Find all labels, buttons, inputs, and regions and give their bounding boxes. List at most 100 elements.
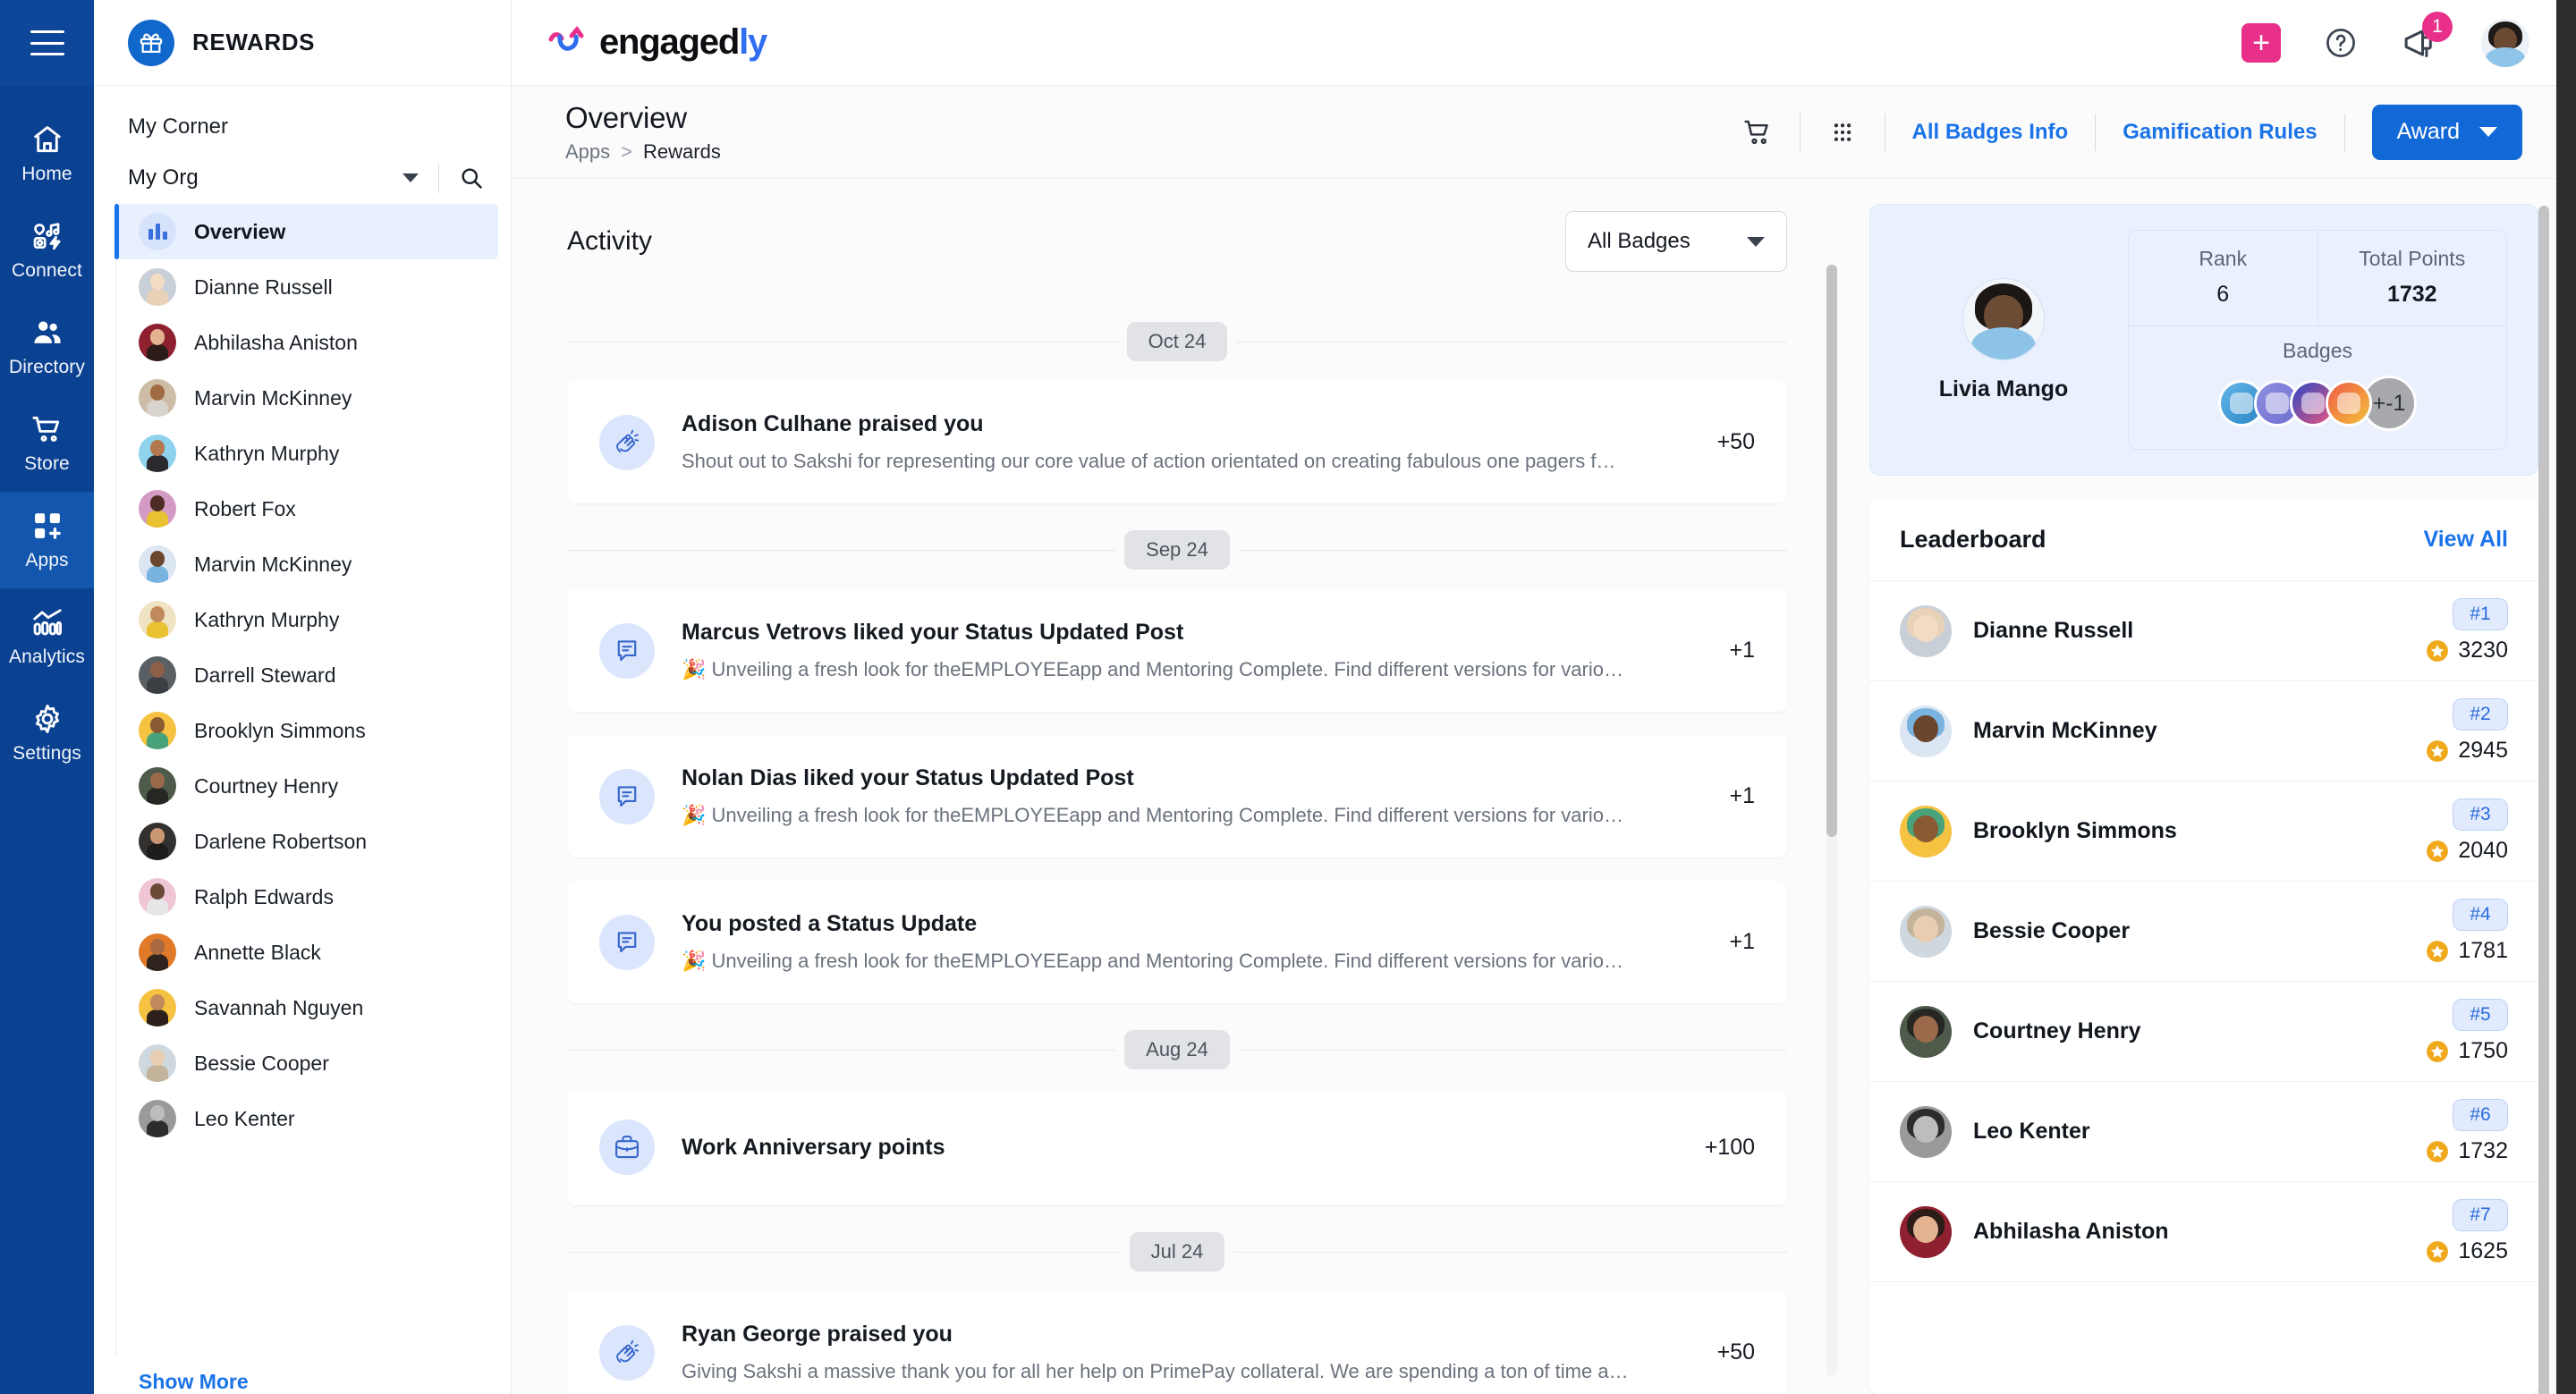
divider [2095,114,2096,151]
rail-item-settings[interactable]: Settings [0,685,94,781]
window-edge [2556,0,2576,1394]
avatar [139,1044,176,1082]
activity-card[interactable]: Work Anniversary points+100 [567,1089,1787,1205]
badges-label: Badges [2283,339,2352,363]
activity-card[interactable]: You posted a Status Update🎉 Unveiling a … [567,881,1787,1003]
activity-column: Activity All Badges Oct 24Adison Culhane… [512,179,1843,1394]
badge-filter-select[interactable]: All Badges [1565,211,1787,272]
help-circle-icon[interactable] [2324,26,2358,60]
star-icon [2426,940,2449,963]
activity-points: +1 [1657,638,1755,663]
divider [438,163,439,193]
activity-title: Nolan Dias liked your Status Updated Pos… [682,765,1630,791]
engagedly-logo[interactable]: engagedly [546,22,767,63]
sidebar-person-item[interactable]: Courtney Henry [115,758,511,814]
activity-description: 🎉 Unveiling a fresh look for theEMPLOYEE… [682,950,1630,973]
avatar [139,989,176,1026]
award-button[interactable]: Award [2372,105,2522,160]
rail-item-directory[interactable]: Directory [0,299,94,395]
sidebar-person-name: Marvin McKinney [194,386,352,410]
search-icon[interactable] [459,165,484,190]
leaderboard-scrollbar[interactable] [2538,206,2549,1387]
activity-description: 🎉 Unveiling a fresh look for theEMPLOYEE… [682,658,1630,681]
sidebar-person-item[interactable]: Savannah Nguyen [115,980,511,1035]
shopping-cart-icon[interactable] [1742,117,1773,148]
page-header: Overview Apps > Rewards [512,86,2576,179]
award-badge[interactable] [2326,380,2372,427]
org-selector-label[interactable]: My Org [128,165,394,190]
leaderboard-row[interactable]: Marvin McKinney#22945 [1869,681,2538,781]
leaderboard-row[interactable]: Bessie Cooper#41781 [1869,882,2538,982]
bar-chart-icon [139,213,176,250]
sidebar-person-item[interactable]: Darlene Robertson [115,814,511,869]
rail-item-store[interactable]: Store [0,395,94,492]
leaderboard-row[interactable]: Leo Kenter#61732 [1869,1082,2538,1182]
gamification-rules-link[interactable]: Gamification Rules [2123,120,2317,145]
chevron-down-icon[interactable] [402,173,419,182]
avatar[interactable] [2481,19,2529,67]
sidebar-item-label: Overview [194,220,285,244]
sidebar-person-item[interactable]: Leo Kenter [115,1091,511,1146]
sidebar-item-overview[interactable]: Overview [115,204,498,259]
rank-badge: #1 [2453,598,2508,630]
sidebar-person-item[interactable]: Kathryn Murphy [115,426,511,481]
leaderboard-points: 1781 [2458,938,2508,964]
activity-scrollbar[interactable] [1826,265,1837,1376]
scrollbar-thumb[interactable] [2538,206,2549,1394]
sidebar-person-item[interactable]: Dianne Russell [115,259,511,315]
rail-item-analytics[interactable]: Analytics [0,588,94,685]
megaphone-icon[interactable]: 1 [2401,24,2438,62]
star-icon [2426,1040,2449,1063]
leaderboard-row[interactable]: Courtney Henry#51750 [1869,982,2538,1082]
sidebar-person-item[interactable]: Annette Black [115,925,511,980]
page-title: Overview [565,101,721,135]
rail-item-apps[interactable]: Apps [0,492,94,588]
rail-item-label: Connect [12,260,82,282]
avatar [139,435,176,472]
activity-card[interactable]: Adison Culhane praised youShout out to S… [567,381,1787,503]
breadcrumb-apps[interactable]: Apps [565,140,610,164]
activity-card[interactable]: Nolan Dias liked your Status Updated Pos… [567,735,1787,858]
breadcrumb-rewards[interactable]: Rewards [643,140,721,164]
avatar [139,878,176,916]
rail-item-home[interactable]: Home [0,106,94,202]
show-more-button[interactable]: Show More [94,1357,511,1394]
sidebar-person-item[interactable]: Marvin McKinney [115,370,511,426]
sidebar-person-item[interactable]: Darrell Steward [115,647,511,703]
sidebar-person-item[interactable]: Robert Fox [115,481,511,536]
plus-icon[interactable]: + [2241,23,2281,63]
activity-card[interactable]: Marcus Vetrovs liked your Status Updated… [567,589,1787,712]
rail-items: Home Connect DirectoryStoreAppsAnalyticsSe… [0,106,94,781]
leaderboard-header: Leaderboard View All [1869,499,2538,581]
my-corner-link[interactable]: My Corner [94,86,511,159]
activity-description: 🎉 Unveiling a fresh look for theEMPLOYEE… [682,804,1630,827]
sidebar-person-item[interactable]: Kathryn Murphy [115,592,511,647]
leaderboard-row[interactable]: Dianne Russell#13230 [1869,581,2538,681]
all-badges-info-link[interactable]: All Badges Info [1912,120,2069,145]
profile-avatar[interactable] [1962,278,2045,360]
scrollbar-thumb[interactable] [1826,265,1837,837]
home-icon [30,123,64,156]
leaderboard-row[interactable]: Abhilasha Aniston#71625 [1869,1182,2538,1282]
rail-item-connect[interactable]: Connect [0,202,94,299]
avatar [1900,906,1952,958]
avatar [139,601,176,638]
sidebar-person-item[interactable]: Abhilasha Aniston [115,315,511,370]
dots-grid-icon[interactable] [1827,117,1858,148]
total-points-stat: Total Points 1732 [2318,231,2507,325]
sidebar-person-item[interactable]: Bessie Cooper [115,1035,511,1091]
chevron-down-icon [2479,127,2497,137]
sidebar-person-item[interactable]: Ralph Edwards [115,869,511,925]
divider [1800,114,1801,151]
directory-icon [30,316,64,350]
leaderboard-name: Courtney Henry [1973,1018,2404,1044]
profile-name: Livia Mango [1939,376,2068,402]
sidebar-person-item[interactable]: Brooklyn Simmons [115,703,511,758]
leaderboard-view-all-link[interactable]: View All [2424,527,2508,553]
content-split: Activity All Badges Oct 24Adison Culhane… [512,179,2576,1394]
activity-card[interactable]: Ryan George praised youGiving Sakshi a m… [567,1291,1787,1394]
hamburger-icon[interactable] [30,30,64,55]
menu-toggle[interactable] [0,0,94,86]
sidebar-person-item[interactable]: Marvin McKinney [115,536,511,592]
leaderboard-row[interactable]: Brooklyn Simmons#32040 [1869,781,2538,882]
